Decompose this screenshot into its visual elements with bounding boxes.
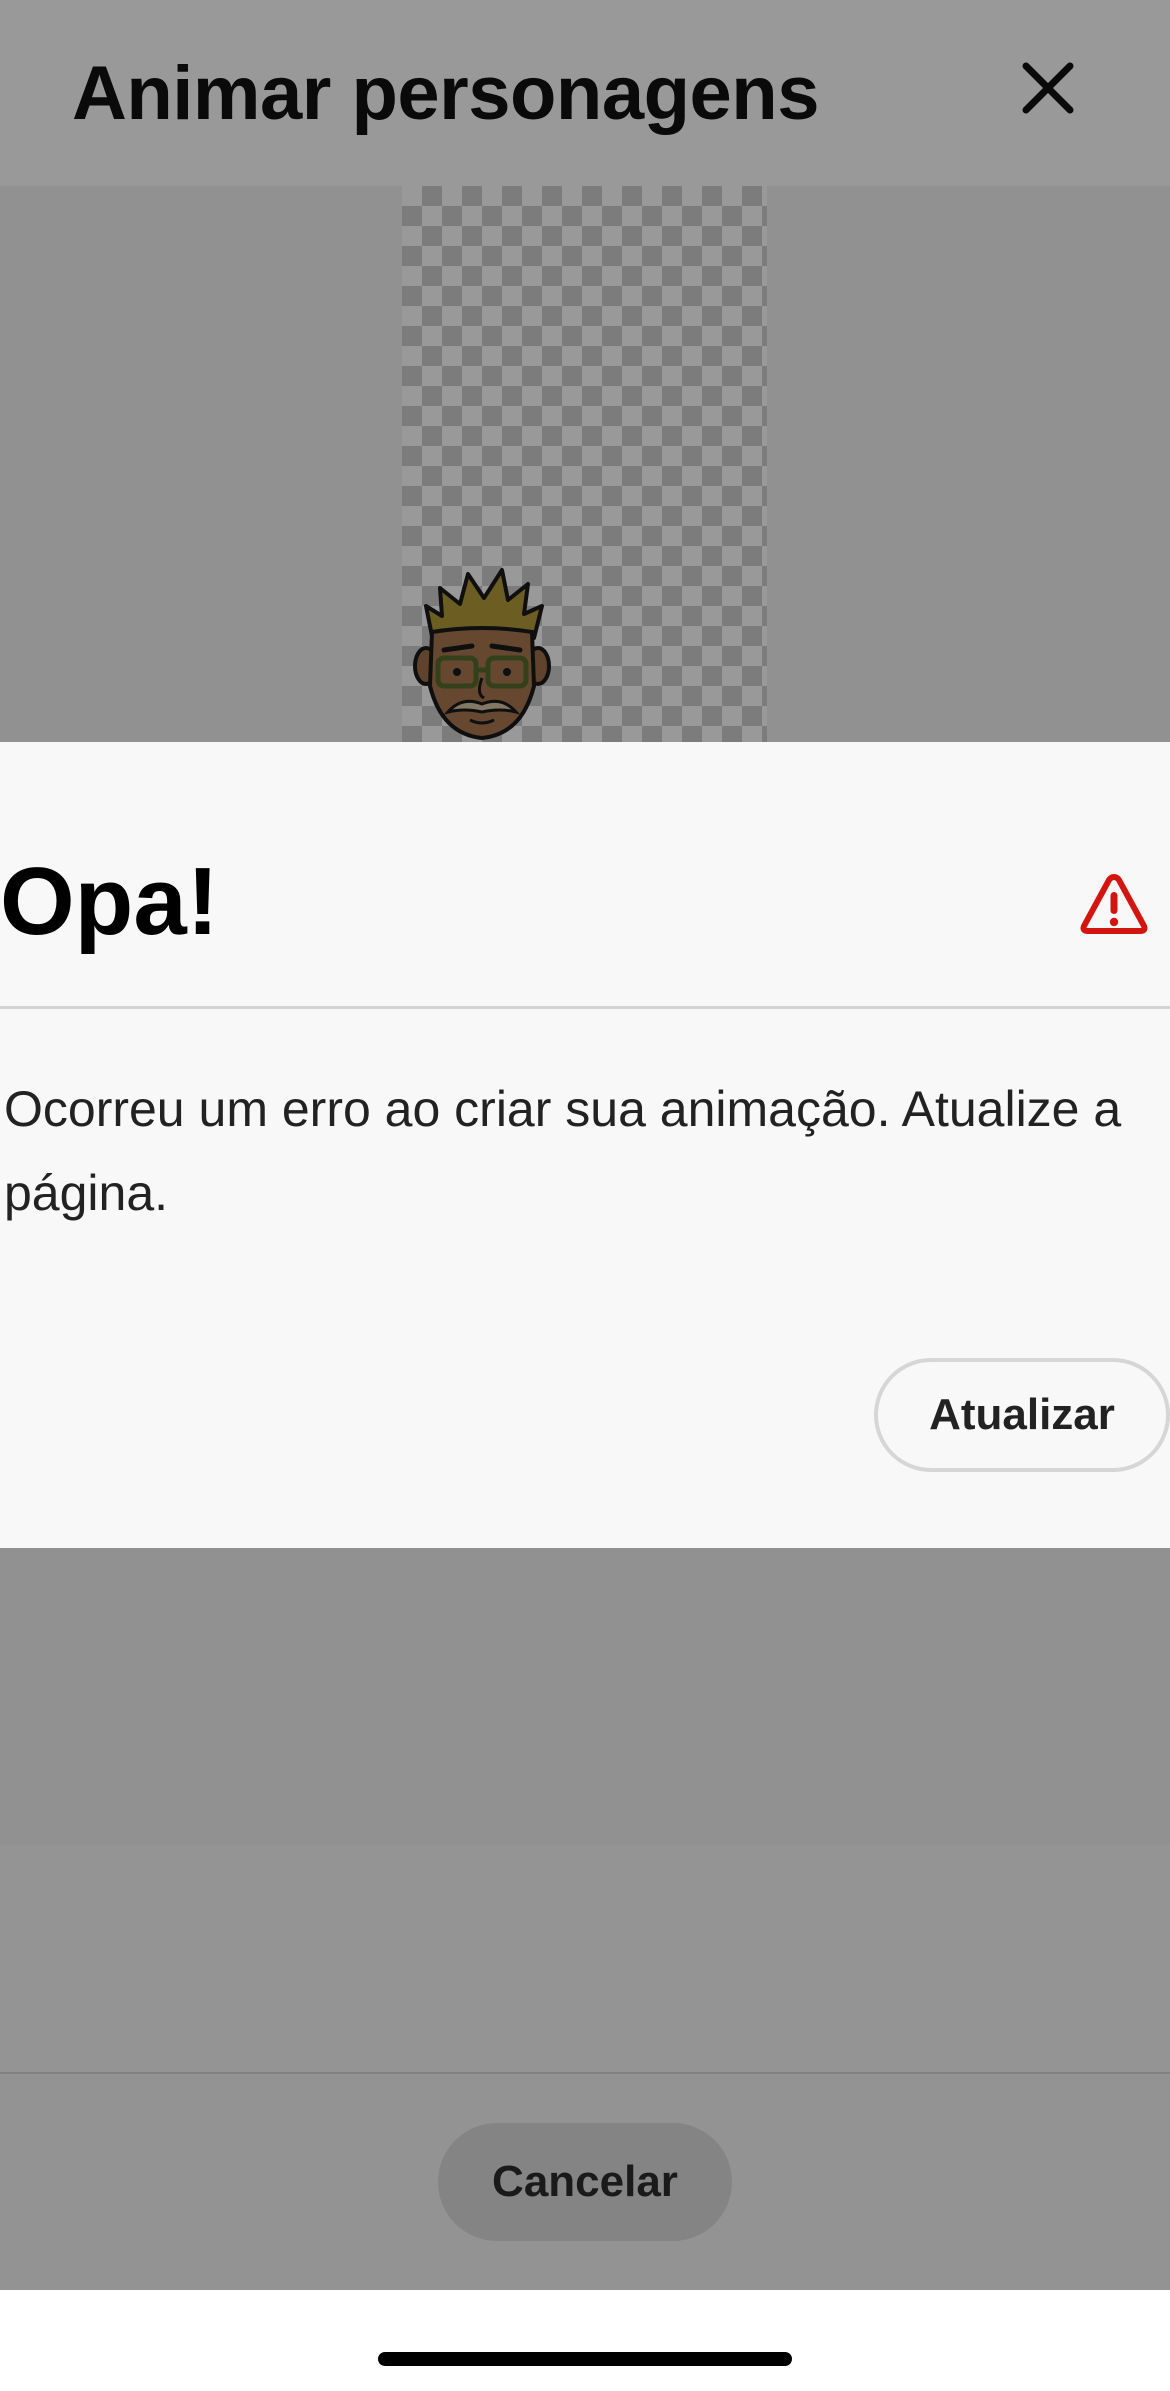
dialog-divider	[0, 1006, 1170, 1009]
home-indicator[interactable]	[378, 2352, 792, 2366]
refresh-button[interactable]: Atualizar	[874, 1358, 1170, 1472]
error-dialog: Opa! Ocorreu um erro ao criar sua animaç…	[0, 742, 1170, 1548]
screen: Animar personagens Cancelar Opa! Ocorreu…	[0, 0, 1170, 2391]
dialog-message: Ocorreu um erro ao criar sua animação. A…	[4, 1081, 1122, 1221]
dialog-title: Opa!	[0, 848, 219, 955]
warning-icon	[1080, 874, 1148, 934]
bottom-bar	[0, 2290, 1170, 2391]
